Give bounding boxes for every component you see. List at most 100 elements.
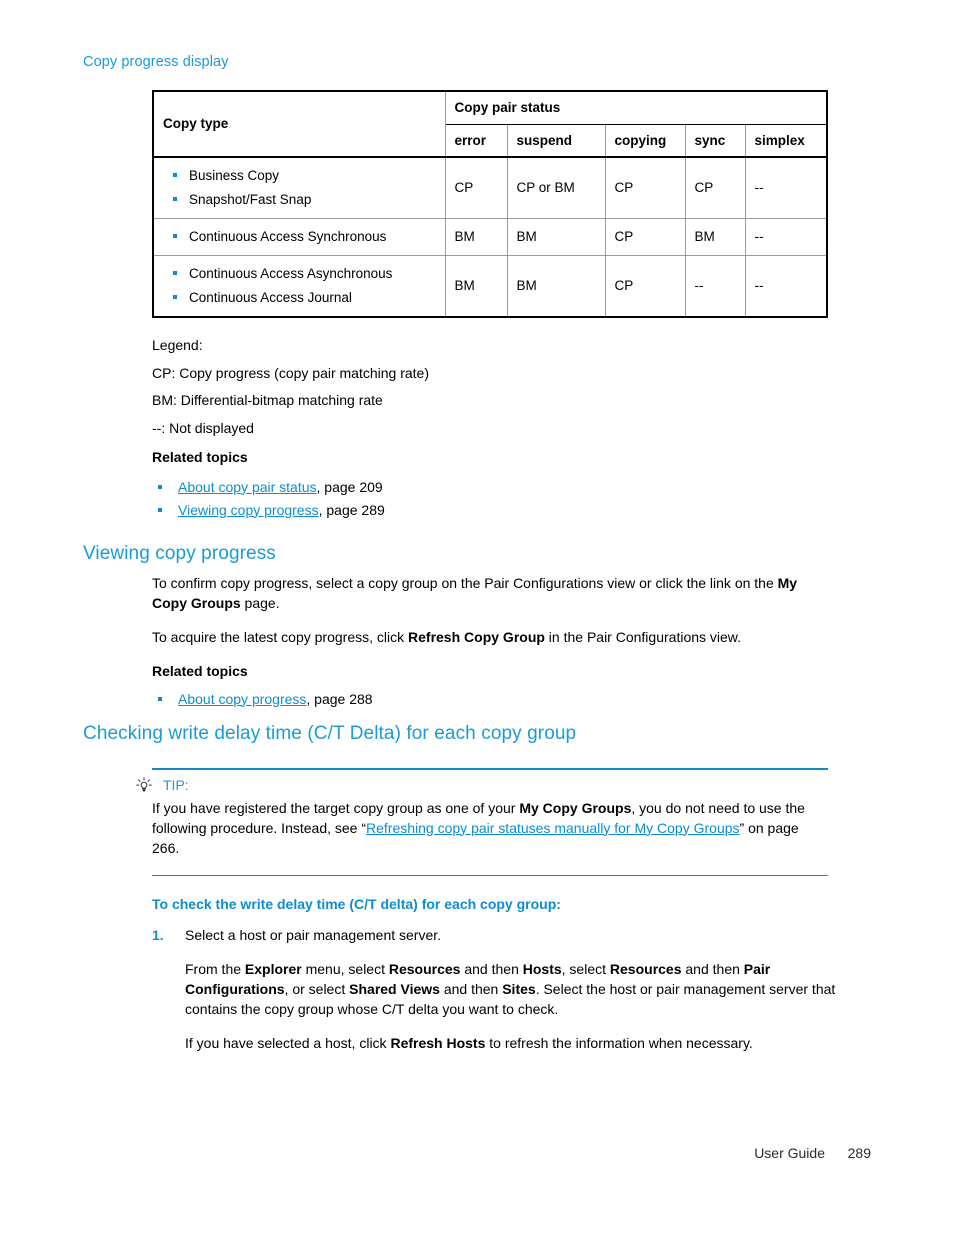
tip-header: TIP: (136, 776, 828, 794)
table-body: Business Copy Snapshot/Fast Snap CP CP o… (152, 156, 828, 318)
list-item: Continuous Access Synchronous (163, 225, 436, 249)
cell-copy-type: Continuous Access Synchronous (152, 218, 446, 257)
tip-box: TIP: If you have registered the target c… (136, 768, 828, 877)
text-part: to refresh the information when necessar… (485, 1034, 753, 1051)
cell-suspend: CP or BM (506, 156, 606, 220)
cell-error: BM (444, 255, 508, 318)
legend-line-dash: --: Not displayed (152, 419, 254, 436)
th-simplex: simplex (744, 123, 828, 159)
text-part: menu, select (301, 960, 389, 977)
th-copying: copying (604, 123, 686, 159)
text-bold-my-copy-groups: My Copy Groups (519, 799, 632, 816)
text-part: From the (185, 960, 245, 977)
link-about-copy-pair-status[interactable]: About copy pair status (178, 479, 317, 495)
tip-label: TIP: (163, 777, 189, 793)
step-paragraph-refresh-hosts: If you have selected a host, click Refre… (185, 1034, 842, 1054)
table-head: Copy type Copy pair status error suspend… (152, 90, 828, 159)
cell-suspend: BM (506, 218, 606, 257)
th-error: error (444, 123, 508, 159)
cell-copying: CP (604, 255, 686, 318)
list-item: Business Copy (163, 164, 436, 188)
cell-sync: -- (684, 255, 746, 318)
legend-line-cp: CP: Copy progress (copy pair matching ra… (152, 364, 429, 381)
table-row: Continuous Access Synchronous BM BM CP B… (152, 218, 828, 257)
cell-copy-type: Business Copy Snapshot/Fast Snap (152, 156, 446, 220)
legend-title: Legend: (152, 337, 203, 353)
heading-checking-write-delay: Checking write delay time (C/T Delta) fo… (83, 723, 577, 744)
text-part: , or select (284, 980, 350, 997)
th-copy-pair-status: Copy pair status (444, 90, 828, 125)
footer-page-number: 289 (847, 1145, 871, 1161)
heading-viewing-copy-progress: Viewing copy progress (83, 543, 276, 564)
cell-suspend: BM (506, 255, 606, 318)
cell-error: BM (444, 218, 508, 257)
list-item: Continuous Access Journal (163, 286, 436, 310)
text-part: If you have selected a host, click (185, 1034, 391, 1051)
text-part: To acquire the latest copy progress, cli… (152, 628, 409, 645)
cell-copy-type: Continuous Access Asynchronous Continuou… (152, 255, 446, 318)
running-head: Copy progress display (83, 54, 229, 70)
step-paragraph-explorer-menu: From the Explorer menu, select Resources… (185, 960, 842, 1020)
related-topics-label: Related topics (152, 449, 248, 466)
text-bold-run: Hosts (522, 960, 562, 977)
procedure-step: 1. Select a host or pair management serv… (152, 926, 842, 1053)
text-part: page. (240, 594, 280, 611)
th-copy-type: Copy type (152, 90, 446, 159)
link-page-suffix: , page 209 (316, 478, 383, 495)
link-viewing-copy-progress[interactable]: Viewing copy progress (178, 502, 319, 518)
footer-guide-label: User Guide (754, 1145, 825, 1161)
copy-progress-table: Copy type Copy pair status error suspend… (152, 90, 829, 319)
text-bold-refresh-hosts: Refresh Hosts (390, 1034, 486, 1051)
tip-rule-bottom (152, 874, 828, 877)
text-bold-run: Resources (609, 960, 682, 977)
text-bold-run: Sites (502, 980, 536, 997)
copy-type-list: Continuous Access Asynchronous Continuou… (163, 262, 436, 310)
list-item: About copy progress, page 288 (152, 688, 828, 711)
lightbulb-icon (136, 776, 152, 794)
legend-line-bm: BM: Differential-bitmap matching rate (152, 392, 383, 409)
copy-progress-table-wrapper: Copy type Copy pair status error suspend… (152, 90, 829, 319)
th-sync: sync (684, 123, 746, 159)
text-part: and then (460, 960, 523, 977)
cell-copying: CP (604, 218, 686, 257)
document-page: Copy progress display Copy type Copy pai… (0, 0, 954, 1235)
procedure-block: To check the write delay time (C/T delta… (152, 896, 842, 1053)
th-suspend: suspend (506, 123, 606, 159)
text-part: in the Pair Configurations view. (544, 628, 742, 645)
list-item: About copy pair status, page 209 (152, 476, 792, 499)
link-page-suffix: , page 288 (306, 690, 373, 707)
link-refreshing-copy-pair-statuses[interactable]: Refreshing copy pair statuses manually f… (366, 820, 740, 836)
related-topics-label: Related topics (152, 662, 248, 679)
list-item: Viewing copy progress, page 289 (152, 499, 792, 522)
copy-type-list: Business Copy Snapshot/Fast Snap (163, 164, 436, 212)
list-item: Snapshot/Fast Snap (163, 188, 436, 212)
viewing-copy-progress-body: To confirm copy progress, select a copy … (152, 574, 828, 710)
link-about-copy-progress[interactable]: About copy progress (178, 691, 306, 707)
text-bold-run: Explorer (244, 960, 302, 977)
paragraph-confirm-copy-progress: To confirm copy progress, select a copy … (152, 574, 828, 614)
cell-sync: BM (684, 218, 746, 257)
list-item: Continuous Access Asynchronous (163, 262, 436, 286)
link-page-suffix: , page 289 (318, 501, 385, 518)
legend-block: Legend: CP: Copy progress (copy pair mat… (152, 332, 792, 521)
step-content: Select a host or pair management server.… (185, 926, 842, 1053)
procedure-title: To check the write delay time (C/T delta… (152, 896, 561, 912)
text-part: , select (561, 960, 610, 977)
cell-sync: CP (684, 156, 746, 220)
copy-type-list: Continuous Access Synchronous (163, 225, 436, 249)
paragraph-acquire-latest: To acquire the latest copy progress, cli… (152, 628, 828, 648)
step-paragraph-select-host: Select a host or pair management server. (185, 927, 442, 943)
text-part: and then (681, 960, 744, 977)
cell-copying: CP (604, 156, 686, 220)
step-number: 1. (152, 927, 164, 943)
table-row: Continuous Access Asynchronous Continuou… (152, 255, 828, 318)
tip-body: If you have registered the target copy g… (152, 798, 828, 875)
table-row: Business Copy Snapshot/Fast Snap CP CP o… (152, 156, 828, 220)
cell-simplex: -- (744, 156, 828, 220)
text-bold-run: Shared Views (349, 980, 440, 997)
text-bold-run: Resources (388, 960, 461, 977)
cell-error: CP (444, 156, 508, 220)
related-topics-list: About copy progress, page 288 (152, 688, 828, 711)
text-bold-refresh-copy-group: Refresh Copy Group (408, 628, 545, 645)
cell-simplex: -- (744, 218, 828, 257)
